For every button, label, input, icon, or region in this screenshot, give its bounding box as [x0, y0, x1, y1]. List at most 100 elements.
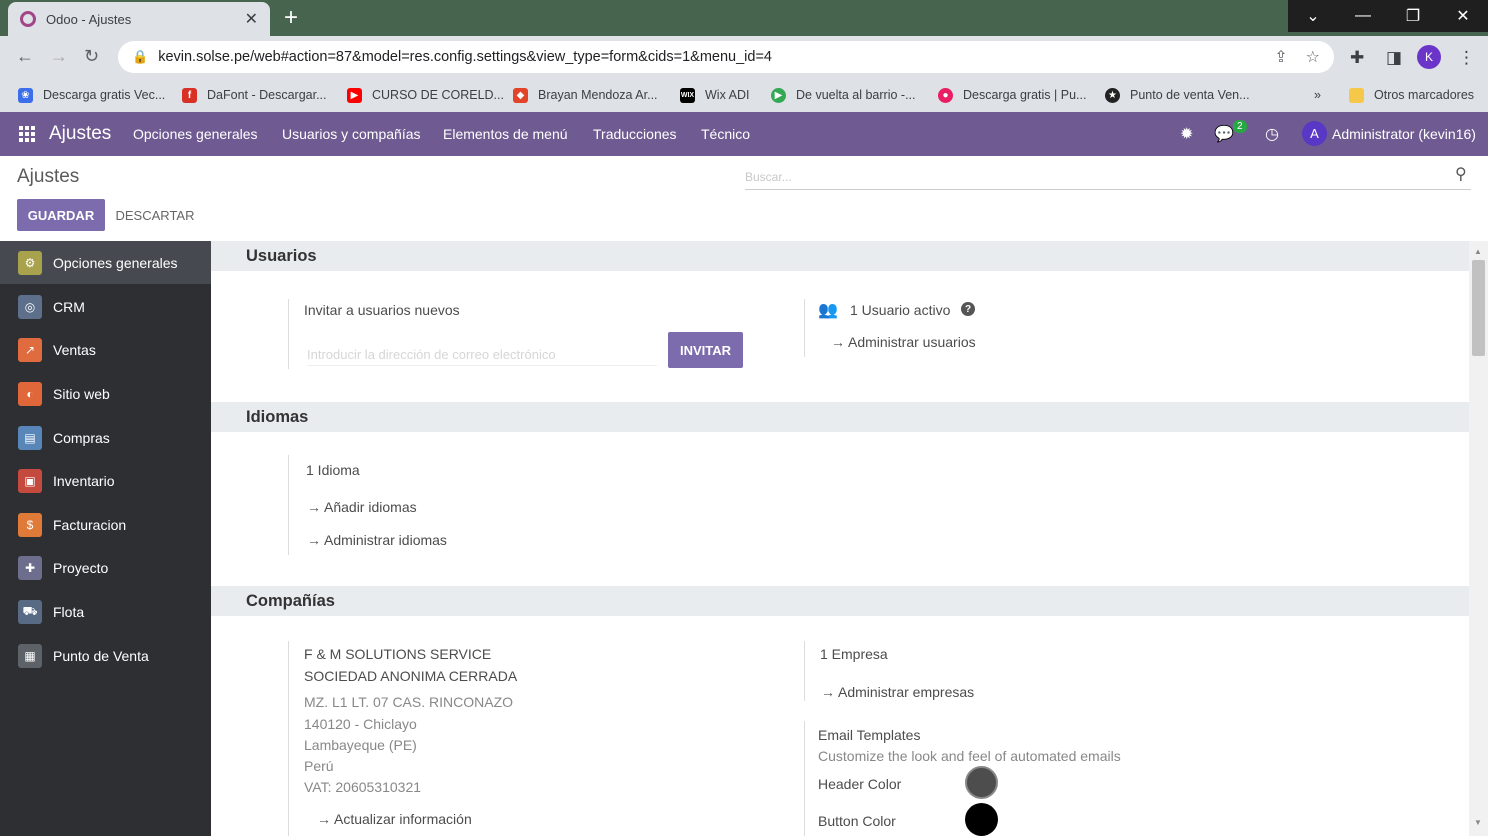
browser-tab[interactable]: Odoo - Ajustes ✕	[8, 2, 270, 36]
users-icon: 👥	[818, 302, 838, 319]
sidebar-item-crm[interactable]: ◎ CRM	[0, 285, 211, 328]
menu-usuarios-companias[interactable]: Usuarios y compañías	[282, 126, 421, 142]
gear-icon: ⚙	[18, 250, 42, 275]
bookmark-favicon-icon: ❀	[18, 87, 33, 103]
forward-icon[interactable]: →	[50, 46, 68, 67]
link-label: Actualizar información	[334, 811, 472, 827]
sidebar-item-proyecto[interactable]: ✚ Proyecto	[0, 546, 211, 589]
bookmark-item[interactable]: ▶ CURSO DE CORELD...	[347, 84, 504, 106]
arrow-right-icon: →	[831, 334, 845, 350]
save-button[interactable]: GUARDAR	[17, 199, 105, 231]
sidebar-item-flota[interactable]: ⛟ Flota	[0, 590, 211, 633]
star-badge-icon: ★	[1105, 87, 1120, 103]
invite-email-input[interactable]	[307, 344, 657, 366]
bookmark-label: Punto de venta Ven...	[1130, 88, 1250, 102]
sidebar-item-sitio-web[interactable]: ◐ Sitio web	[0, 372, 211, 415]
sidebar-item-label: Facturacion	[53, 516, 127, 533]
button-color-picker[interactable]	[965, 803, 998, 836]
car-icon: ⛟	[18, 599, 42, 624]
bookmarks-bar: ❀ Descarga gratis Vec... f DaFont - Desc…	[0, 78, 1488, 112]
menu-elementos-de-menu[interactable]: Elementos de menú	[443, 126, 568, 142]
bookmark-label: CURSO DE CORELD...	[372, 88, 504, 102]
arrow-right-icon: →	[307, 532, 321, 548]
debug-bug-icon[interactable]: ✹	[1180, 124, 1193, 144]
bookmark-item[interactable]: f DaFont - Descargar...	[182, 84, 327, 106]
share-icon[interactable]: ⇪	[1274, 47, 1287, 67]
sidebar-item-compras[interactable]: ▤ Compras	[0, 416, 211, 459]
search-icon[interactable]: ⚲	[1455, 164, 1467, 184]
user-menu[interactable]: Administrator (kevin16)	[1332, 126, 1476, 142]
drop-icon: ●	[938, 87, 953, 103]
minimize-button[interactable]: —	[1338, 0, 1388, 32]
apps-menu-icon[interactable]	[19, 126, 35, 142]
bookmark-item[interactable]: ★ Punto de venta Ven...	[1105, 84, 1250, 106]
bookmark-item[interactable]: ● Descarga gratis | Pu...	[938, 84, 1086, 106]
more-bookmarks-button[interactable]: »	[1314, 84, 1321, 106]
sales-chart-icon: ↗	[18, 337, 42, 362]
scroll-down-icon[interactable]: ▼	[1474, 818, 1482, 827]
extensions-icon[interactable]: ✚	[1350, 48, 1364, 68]
sidebar-item-label: Flota	[53, 603, 85, 620]
bookmark-label: Otros marcadores	[1374, 88, 1475, 102]
close-tab-icon[interactable]: ✕	[245, 9, 258, 29]
sidebar-item-ventas[interactable]: ↗ Ventas	[0, 328, 211, 371]
close-window-button[interactable]: ✕	[1438, 0, 1488, 32]
bookmark-star-icon[interactable]: ☆	[1306, 47, 1320, 67]
sidebar-item-punto-de-venta[interactable]: ▦ Punto de Venta	[0, 634, 211, 677]
button-color-label: Button Color	[818, 813, 896, 829]
browser-profile-avatar[interactable]: K	[1417, 45, 1441, 69]
manage-languages-link[interactable]: → Administrar idiomas	[307, 532, 447, 548]
messages-badge: 2	[1233, 120, 1247, 133]
side-panel-icon[interactable]: ◨	[1386, 48, 1402, 68]
bookmark-item[interactable]: ◆ Brayan Mendoza Ar...	[513, 84, 658, 106]
other-bookmarks-folder[interactable]: Otros marcadores	[1349, 84, 1474, 106]
divider	[804, 299, 805, 357]
company-name-line-1: F & M SOLUTIONS SERVICE	[304, 646, 492, 662]
settings-search-input[interactable]	[745, 164, 1471, 190]
address-bar[interactable]: 🔒 kevin.solse.pe/web#action=87&model=res…	[118, 41, 1334, 73]
lock-icon[interactable]: 🔒	[132, 49, 148, 65]
bookmark-label: Descarga gratis | Pu...	[963, 88, 1087, 102]
manage-companies-link[interactable]: → Administrar empresas	[821, 684, 974, 700]
manage-users-link[interactable]: → Administrar usuarios	[831, 334, 976, 350]
handshake-icon: ◎	[18, 294, 42, 319]
bookmark-item[interactable]: ❀ Descarga gratis Vec...	[18, 84, 165, 106]
sidebar-item-label: Opciones generales	[53, 254, 178, 271]
invite-button[interactable]: INVITAR	[668, 332, 743, 368]
url-text[interactable]: kevin.solse.pe/web#action=87&model=res.c…	[158, 49, 1256, 65]
browser-menu-icon[interactable]: ⋮	[1458, 48, 1475, 68]
sidebar-item-label: Punto de Venta	[53, 647, 149, 664]
scrollbar-thumb[interactable]	[1472, 260, 1485, 356]
section-title-idiomas: Idiomas	[211, 402, 1469, 432]
sidebar-item-facturacion[interactable]: $ Facturacion	[0, 503, 211, 546]
bookmark-label: DaFont - Descargar...	[207, 88, 327, 102]
breadcrumb: Ajustes	[17, 166, 80, 187]
reload-icon[interactable]: ↻	[84, 46, 99, 67]
update-info-link[interactable]: → Actualizar información	[317, 811, 472, 827]
app-brand[interactable]: Ajustes	[49, 123, 111, 145]
menu-traducciones[interactable]: Traducciones	[593, 126, 677, 142]
user-avatar[interactable]: A	[1302, 121, 1327, 146]
header-color-picker[interactable]	[965, 766, 998, 799]
divider	[288, 641, 289, 836]
menu-tecnico[interactable]: Técnico	[701, 126, 750, 142]
divider	[288, 299, 289, 369]
sidebar-item-inventario[interactable]: ▣ Inventario	[0, 459, 211, 502]
invoice-icon: $	[18, 512, 42, 537]
new-tab-button[interactable]: +	[284, 4, 298, 32]
back-icon[interactable]: ←	[16, 46, 34, 67]
credit-card-icon: ▤	[18, 425, 42, 450]
scroll-up-icon[interactable]: ▲	[1474, 247, 1482, 256]
restore-button[interactable]: ❐	[1388, 0, 1438, 32]
play-icon: ▶	[771, 87, 786, 103]
messages-icon[interactable]: 💬	[1214, 124, 1234, 144]
discard-button[interactable]: DESCARTAR	[111, 199, 199, 231]
bookmark-item[interactable]: ▶ De vuelta al barrio -...	[771, 84, 916, 106]
menu-opciones-generales[interactable]: Opciones generales	[133, 126, 258, 142]
activities-clock-icon[interactable]: ◷	[1265, 124, 1279, 144]
add-languages-link[interactable]: → Añadir idiomas	[307, 499, 417, 515]
sidebar-item-opciones-generales[interactable]: ⚙ Opciones generales	[0, 241, 211, 284]
help-icon[interactable]: ?	[961, 302, 975, 316]
tab-search-button[interactable]: ⌄	[1288, 0, 1338, 32]
bookmark-item[interactable]: WIX Wix ADI	[680, 84, 749, 106]
